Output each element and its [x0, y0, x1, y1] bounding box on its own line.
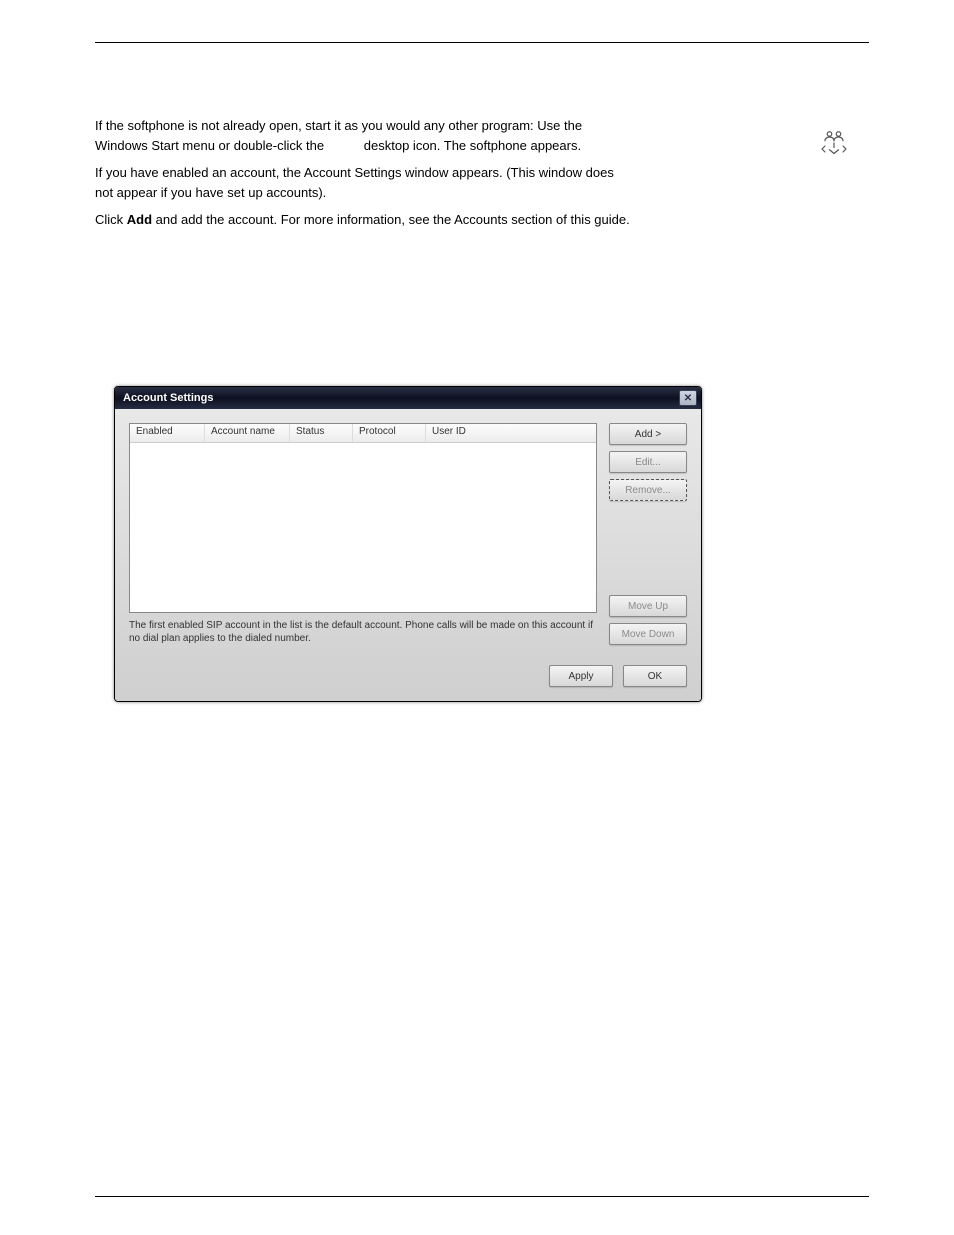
dialog-titlebar: Account Settings ✕: [115, 387, 701, 409]
ok-button[interactable]: OK: [623, 665, 687, 687]
intro-para3b: and add the account. For more informatio…: [152, 212, 630, 227]
accounts-table[interactable]: Enabled Account name Status Protocol Use…: [129, 423, 597, 613]
intro-para2a: If you have enabled an account, the Acco…: [95, 165, 614, 180]
add-button[interactable]: Add >: [609, 423, 687, 445]
apply-button[interactable]: Apply: [549, 665, 613, 687]
intro-line2: Windows Start menu or double-click the: [95, 138, 324, 153]
intro-line1: If the softphone is not already open, st…: [95, 118, 582, 133]
intro-para2b: not appear if you have set up accounts).: [95, 185, 326, 200]
account-settings-dialog: Account Settings ✕ Enabled Account name …: [114, 386, 702, 702]
col-enabled[interactable]: Enabled: [130, 424, 205, 442]
intro-para3a: Click: [95, 212, 127, 227]
col-user-id[interactable]: User ID: [426, 424, 596, 442]
default-account-note: The first enabled SIP account in the lis…: [129, 619, 597, 645]
header-rule: [95, 42, 869, 43]
col-status[interactable]: Status: [290, 424, 353, 442]
remove-button[interactable]: Remove...: [609, 479, 687, 501]
footer-rule: [95, 1196, 869, 1197]
col-account-name[interactable]: Account name: [205, 424, 290, 442]
desktop-shortcut-icon: [819, 130, 849, 159]
dialog-title: Account Settings: [123, 392, 213, 404]
intro-text: If the softphone is not already open, st…: [95, 116, 869, 230]
close-icon: ✕: [684, 393, 692, 404]
move-up-button[interactable]: Move Up: [609, 595, 687, 617]
move-down-button[interactable]: Move Down: [609, 623, 687, 645]
intro-line3: desktop icon. The softphone appears.: [364, 138, 581, 153]
table-header: Enabled Account name Status Protocol Use…: [130, 424, 596, 443]
col-protocol[interactable]: Protocol: [353, 424, 426, 442]
intro-para3-add: Add: [127, 212, 152, 227]
edit-button[interactable]: Edit...: [609, 451, 687, 473]
close-button[interactable]: ✕: [679, 390, 697, 406]
